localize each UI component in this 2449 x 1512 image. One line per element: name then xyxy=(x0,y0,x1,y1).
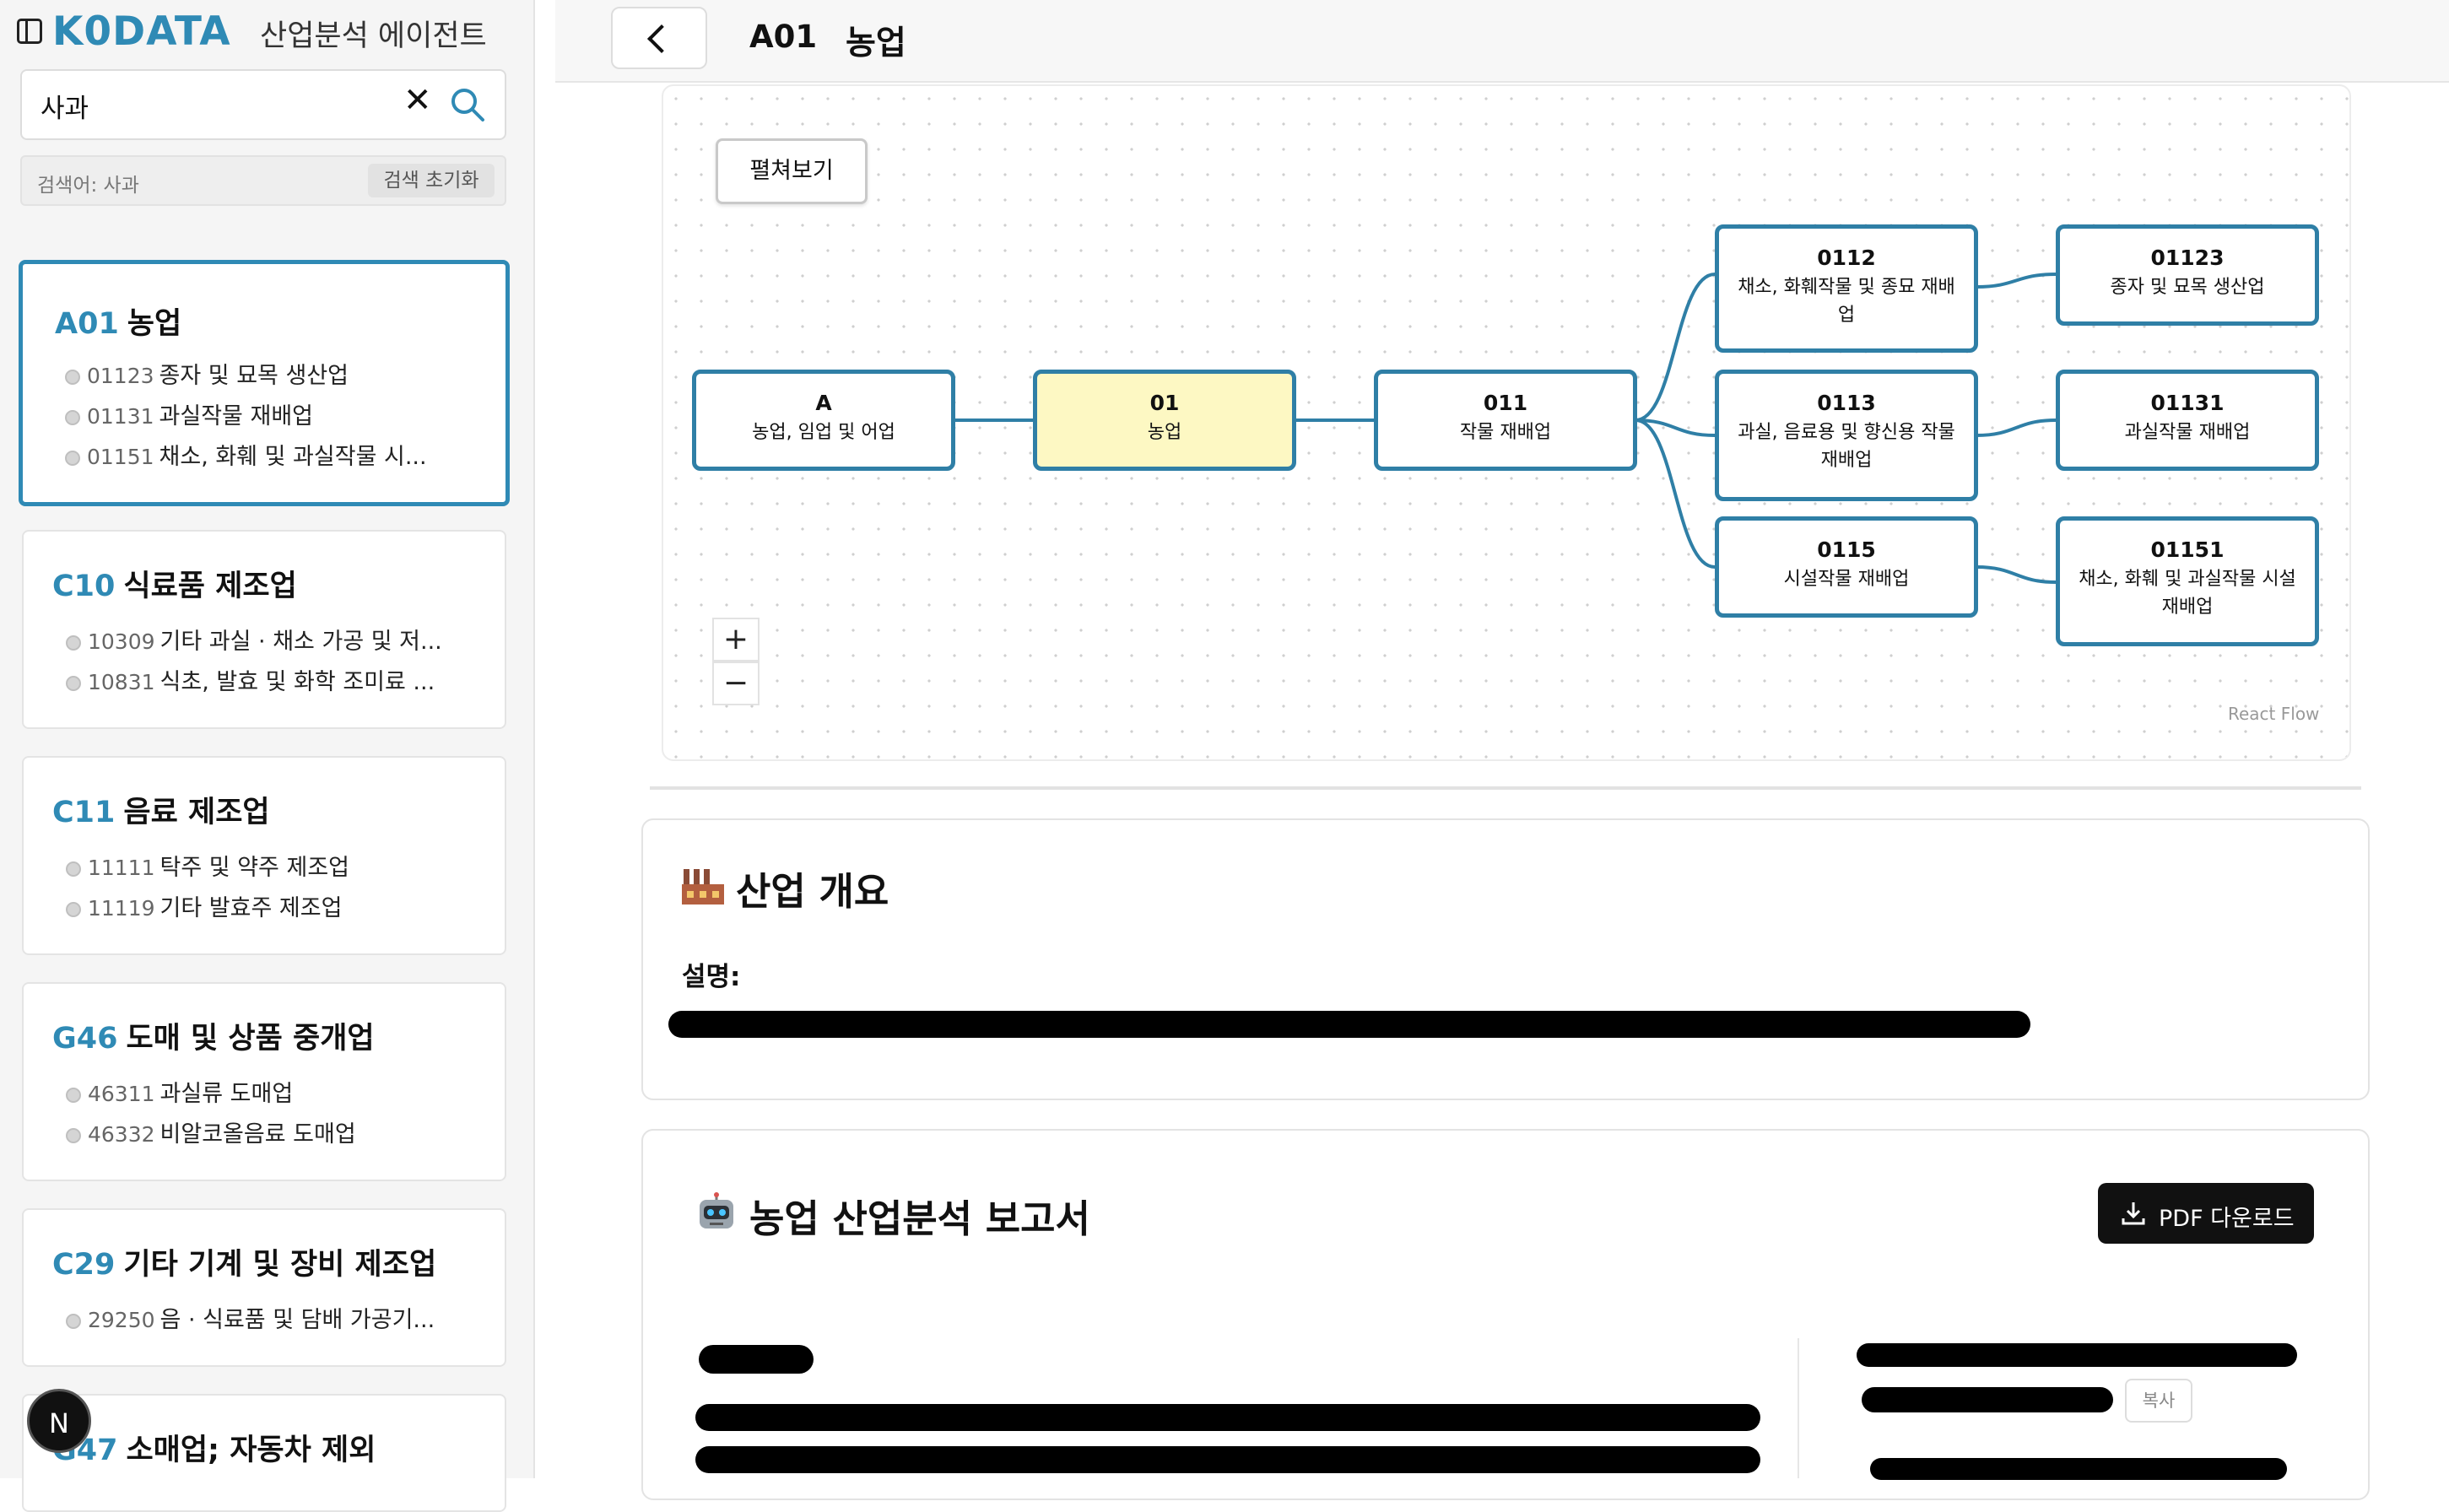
search-info-bar: 검색어: 사과 검색 초기화 xyxy=(20,155,506,206)
react-flow-attribution[interactable]: React Flow xyxy=(2228,704,2319,724)
flow-node-011[interactable]: 011 작물 재배업 xyxy=(1374,370,1637,471)
card-item[interactable]: 11111 탁주 및 약주 제조업 xyxy=(66,849,349,882)
card-title: G47 소매업; 자동차 제외 xyxy=(52,1434,376,1467)
result-card-c10[interactable]: C10 식료품 제조업 10309 기타 과실 · 채소 가공 및 저... 108… xyxy=(22,530,506,729)
top-bar xyxy=(555,0,2449,83)
result-card-c11[interactable]: C11 음료 제조업 11111 탁주 및 약주 제조업 11119 기타 발효주 제… xyxy=(22,756,506,955)
pdf-download-button[interactable]: PDF 다운로드 xyxy=(2098,1183,2314,1244)
result-card-c29[interactable]: C29 기타 기계 및 장비 제조업 29250 음 · 식료품 및 담배 가공기.… xyxy=(22,1208,506,1367)
card-title: C29 기타 기계 및 장비 제조업 xyxy=(52,1248,437,1282)
flow-node-01123[interactable]: 01123 종자 및 묘목 생산업 xyxy=(2056,224,2319,326)
card-item[interactable]: 29250 음 · 식료품 및 담배 가공기... xyxy=(66,1301,435,1334)
bullet-icon xyxy=(66,1088,81,1103)
flow-node-01151[interactable]: 01151 채소, 화훼 및 과실작물 시설 재배업 xyxy=(2056,516,2319,646)
redacted-text-line xyxy=(1857,1343,2297,1367)
card-item[interactable]: 10831 식초, 발효 및 화학 조미료 ... xyxy=(66,663,435,696)
expand-button[interactable]: 펼쳐보기 xyxy=(716,138,868,204)
flow-node-0112[interactable]: 0112 채소, 화훼작물 및 종묘 재배업 xyxy=(1715,224,1978,353)
clear-icon[interactable]: ✕ xyxy=(403,81,432,120)
download-icon xyxy=(2122,1202,2145,1225)
back-button[interactable] xyxy=(611,7,707,69)
card-item[interactable]: 01151 채소, 화훼 및 과실작물 시... xyxy=(65,438,427,471)
bullet-icon xyxy=(66,1128,81,1143)
page-code: A01 xyxy=(749,19,818,55)
result-card-g46[interactable]: G46 도매 및 상품 중개업 46311 과실류 도매업 46332 비알코올음료 … xyxy=(22,982,506,1181)
zoom-in-button[interactable]: + xyxy=(712,618,760,662)
n-badge[interactable]: N xyxy=(27,1389,91,1453)
logo: K0DATA xyxy=(52,8,231,55)
flow-node-01[interactable]: 01 농업 xyxy=(1033,370,1296,471)
description-label: 설명: xyxy=(682,962,741,992)
report-title: 농업 산업분석 보고서 xyxy=(749,1196,1090,1241)
card-item[interactable]: 46332 비알코올음료 도매업 xyxy=(66,1115,356,1148)
robot-icon xyxy=(700,1192,733,1228)
bullet-icon xyxy=(65,451,80,466)
bullet-icon xyxy=(66,861,81,877)
divider xyxy=(650,786,2361,790)
redacted-description xyxy=(668,1011,2030,1038)
search-term-label: 검색어: 사과 xyxy=(37,175,139,197)
redacted-heading xyxy=(699,1345,814,1374)
search-box: ✕ xyxy=(20,69,506,140)
bullet-icon xyxy=(66,1314,81,1329)
bullet-icon xyxy=(66,902,81,917)
redacted-text-line xyxy=(1870,1458,2287,1480)
card-item[interactable]: 46311 과실류 도매업 xyxy=(66,1075,293,1108)
flow-node-0113[interactable]: 0113 과실, 음료용 및 향신용 작물 재배업 xyxy=(1715,370,1978,501)
card-item[interactable]: 11119 기타 발효주 제조업 xyxy=(66,889,342,922)
zoom-out-button[interactable]: − xyxy=(712,662,760,705)
flow-node-a[interactable]: A 농업, 임업 및 어업 xyxy=(692,370,955,471)
bullet-icon xyxy=(65,370,80,385)
redacted-text-line xyxy=(1862,1387,2113,1412)
card-item[interactable]: 01123 종자 및 묘목 생산업 xyxy=(65,357,349,390)
search-input[interactable] xyxy=(39,84,405,127)
app-name: 산업분석 에이전트 xyxy=(260,19,487,53)
card-title: A01 농업 xyxy=(55,307,182,341)
sidebar-toggle-icon[interactable] xyxy=(17,19,42,44)
page-title: 농업 xyxy=(846,24,906,62)
bullet-icon xyxy=(65,410,80,425)
reset-search-button[interactable]: 검색 초기화 xyxy=(368,164,495,197)
bullet-icon xyxy=(66,676,81,691)
copy-button[interactable]: 복사 xyxy=(2125,1379,2192,1423)
result-card-a01[interactable]: A01 농업 01123 종자 및 묘목 생산업 01131 과실작물 재배업 011… xyxy=(19,260,510,506)
pdf-download-label: PDF 다운로드 xyxy=(2159,1206,2295,1232)
bullet-icon xyxy=(66,635,81,651)
card-title: C10 식료품 제조업 xyxy=(52,570,297,603)
card-item[interactable]: 10309 기타 과실 · 채소 가공 및 저... xyxy=(66,623,442,656)
flow-node-01131[interactable]: 01131 과실작물 재배업 xyxy=(2056,370,2319,471)
search-icon[interactable] xyxy=(449,86,486,123)
result-card-g47[interactable]: G47 소매업; 자동차 제외 xyxy=(22,1394,506,1512)
factory-icon xyxy=(682,869,724,904)
overview-title: 산업 개요 xyxy=(736,869,889,914)
card-title: G46 도매 및 상품 중개업 xyxy=(52,1022,375,1056)
card-item[interactable]: 01131 과실작물 재배업 xyxy=(65,397,313,430)
redacted-text-line xyxy=(695,1404,1760,1431)
column-divider xyxy=(1798,1338,1799,1478)
flow-node-0115[interactable]: 0115 시설작물 재배업 xyxy=(1715,516,1978,618)
overview-card xyxy=(641,818,2370,1100)
redacted-text-line xyxy=(695,1446,1760,1473)
card-title: C11 음료 제조업 xyxy=(52,796,270,829)
